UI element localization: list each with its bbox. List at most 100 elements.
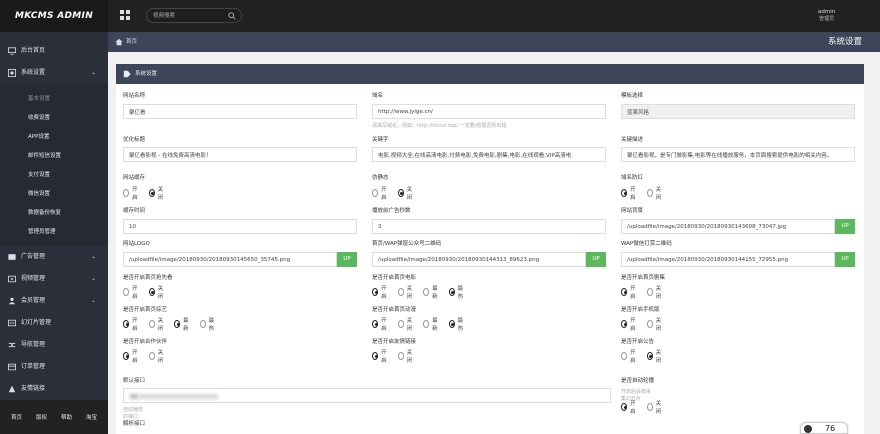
field-label: 是否开启首页抢先看 — [123, 275, 173, 281]
site-name-input[interactable] — [123, 104, 357, 119]
user-menu[interactable]: admin 管理员 — [818, 9, 835, 23]
speed-widget[interactable]: 76 — [800, 422, 848, 434]
sidebar-subitem-app[interactable]: APP设置 — [0, 128, 108, 147]
sidebar-submenu: 基本设置 收费设置 APP设置 邮件短信设置 支付设置 微信设置 数据备份恢复 … — [0, 84, 108, 246]
wap-reward-qr-input[interactable] — [621, 252, 835, 267]
sidebar-subitem-backup[interactable]: 数据备份恢复 — [0, 204, 108, 223]
radio-friend-links-off[interactable]: 关闭 — [397, 348, 415, 364]
radio-home-variety-off[interactable]: 关闭 — [148, 316, 166, 332]
sidebar-item-ads[interactable]: 广告管理 ⌄ — [0, 246, 108, 268]
sidebar-item-label: 幻灯片管理 — [21, 319, 52, 326]
radio-partners-on[interactable]: 开启 — [123, 348, 140, 364]
speed-dot-icon — [804, 425, 812, 433]
upload-wap-qr-button[interactable]: UP — [586, 252, 606, 267]
sidebar-item-label: 导航管理 — [21, 341, 46, 348]
radio-cache-off[interactable]: 关闭 — [148, 185, 166, 201]
app-logo[interactable]: MKCMS ADMIN — [0, 0, 108, 32]
field-label: 网站缓存 — [123, 175, 146, 181]
upload-reward-qr-button[interactable]: UP — [835, 252, 855, 267]
radio-mobile-off[interactable]: 关闭 — [646, 316, 664, 332]
radio-home-anime-on[interactable]: 开启 — [372, 316, 389, 332]
radio-home-movie-on[interactable]: 开启 — [372, 284, 389, 300]
template-select[interactable] — [621, 104, 855, 119]
radio-home-anime-latest[interactable]: 最新 — [423, 316, 440, 332]
sidebar-item-videos[interactable]: 视频管理 ⌄ — [0, 268, 108, 290]
sidebar-item-label: 后台首页 — [21, 47, 46, 54]
link-icon — [8, 385, 16, 393]
upload-logo-button[interactable]: UP — [337, 252, 357, 267]
radio-pseudo-off[interactable]: 关闭 — [397, 185, 415, 201]
radio-home-variety-hot[interactable]: 最热 — [199, 316, 217, 332]
radio-anti-redirect-off[interactable]: 关闭 — [646, 185, 664, 201]
field-label: 是否自动轮播 — [621, 378, 655, 384]
radio-home-movie-hot[interactable]: 最热 — [448, 284, 466, 300]
sidebar-item-label: 广告管理 — [21, 253, 46, 260]
description-input[interactable] — [621, 147, 855, 162]
radio-home-variety-on[interactable]: 开启 — [123, 316, 140, 332]
footer-link-taobao[interactable]: 淘宝 — [86, 413, 97, 421]
slides-icon — [8, 319, 16, 327]
pre-ad-seconds-input[interactable] — [372, 219, 606, 234]
seo-title-input[interactable] — [123, 147, 357, 162]
search-icon[interactable] — [228, 12, 236, 20]
radio-home-movie-off[interactable]: 关闭 — [397, 284, 415, 300]
sidebar-item-members[interactable]: 会员管理 ⌄ — [0, 290, 108, 312]
radio-home-series-on[interactable]: 开启 — [621, 284, 638, 300]
radio-home-first-off[interactable]: 关闭 — [148, 284, 166, 300]
radio-partners-off[interactable]: 关闭 — [148, 348, 166, 364]
radio-notice-on[interactable]: 开启 — [621, 348, 638, 364]
site-logo-input[interactable] — [123, 252, 337, 267]
search-input[interactable] — [153, 11, 223, 21]
desktop-icon — [8, 47, 16, 55]
panel-header: 系统设置 — [116, 64, 864, 84]
sidebar-subitem-mail-sms[interactable]: 邮件短信设置 — [0, 147, 108, 166]
radio-friend-links-on[interactable]: 开启 — [372, 348, 389, 364]
breadcrumb-home[interactable]: 首页 — [126, 32, 137, 52]
radio-cache-on[interactable]: 开启 — [123, 185, 140, 201]
domain-input[interactable] — [372, 104, 606, 119]
radio-notice-off[interactable]: 关闭 — [646, 348, 664, 364]
sidebar-item-dashboard[interactable]: 后台首页 — [0, 40, 108, 62]
radio-home-variety-latest[interactable]: 最新 — [174, 316, 191, 332]
field-home-movie: 是否开启首页电影 开启 关闭 最新 最热 — [372, 274, 463, 300]
field-label: 关键字 — [372, 137, 389, 143]
cache-time-input[interactable] — [123, 219, 357, 234]
radio-mobile-on[interactable]: 开启 — [621, 316, 638, 332]
radio-home-anime-off[interactable]: 关闭 — [397, 316, 415, 332]
field-label: 首页/WAP弹窗公众号二维码 — [372, 241, 442, 247]
sidebar-subitem-admins[interactable]: 管理员管理 — [0, 223, 108, 242]
sidebar-item-slides[interactable]: 幻灯片管理 — [0, 312, 108, 334]
sidebar-item-system-settings[interactable]: 系统设置 ⌄ — [0, 62, 108, 84]
footer-link-home[interactable]: 首页 — [11, 413, 22, 421]
keywords-input[interactable] — [372, 147, 606, 162]
sidebar-item-label: 订单管理 — [21, 363, 46, 370]
radio-autoplay-off[interactable]: 关闭 — [646, 399, 664, 415]
upload-background-button[interactable]: UP — [835, 219, 855, 234]
radio-home-first-on[interactable]: 开启 — [123, 284, 140, 300]
default-api-hint: 自动播放的接口 — [123, 407, 144, 420]
sidebar-subitem-fees[interactable]: 收费设置 — [0, 109, 108, 128]
sidebar-item-navigation[interactable]: 导航管理 — [0, 334, 108, 356]
radio-home-series-off[interactable]: 关闭 — [646, 284, 664, 300]
sidebar: 后台首页 系统设置 ⌄ 基本设置 收费设置 APP设置 邮件短信设置 支付设置 … — [0, 32, 108, 434]
page-title: 系统设置 — [827, 37, 862, 47]
field-label: 是否开启首页电影 — [372, 275, 417, 281]
wap-qr-input[interactable] — [372, 252, 586, 267]
sidebar-subitem-basic[interactable]: 基本设置 — [0, 90, 108, 109]
grid-menu-icon[interactable] — [120, 10, 131, 21]
sidebar-item-links[interactable]: 友情链接 — [0, 378, 108, 400]
radio-home-movie-latest[interactable]: 最新 — [423, 284, 440, 300]
field-cache-time: 缓存时间 — [123, 207, 357, 234]
default-api-input[interactable] — [123, 388, 611, 403]
radio-pseudo-on[interactable]: 开启 — [372, 185, 389, 201]
radio-autoplay-on[interactable]: 开启 — [621, 399, 638, 415]
sidebar-subitem-payment[interactable]: 支付设置 — [0, 166, 108, 185]
sidebar-subitem-wechat[interactable]: 微信设置 — [0, 185, 108, 204]
sidebar-item-orders[interactable]: 订单管理 — [0, 356, 108, 378]
field-wap-reward-qr: WAP微信打赏二维码 UP — [621, 240, 855, 267]
footer-link-help[interactable]: 帮助 — [61, 413, 72, 421]
footer-link-copyright[interactable]: 版权 — [36, 413, 47, 421]
site-background-input[interactable] — [621, 219, 835, 234]
radio-home-anime-hot[interactable]: 最热 — [448, 316, 466, 332]
radio-anti-redirect-on[interactable]: 开启 — [621, 185, 638, 201]
